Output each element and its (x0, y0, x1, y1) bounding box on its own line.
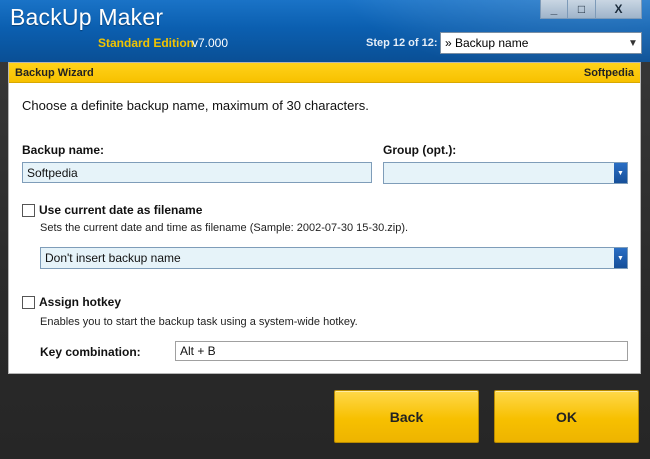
chevron-down-icon: ▼ (614, 248, 627, 268)
close-icon: X (614, 2, 623, 16)
backup-name-input[interactable]: Softpedia (22, 162, 372, 183)
chevron-down-icon: ▼ (614, 163, 627, 183)
use-date-description: Sets the current date and time as filena… (40, 222, 409, 234)
edition-label: Standard Edition (98, 36, 194, 50)
back-button[interactable]: Back (334, 390, 479, 443)
ok-button[interactable]: OK (494, 390, 639, 443)
version-label: v7.000 (192, 36, 229, 50)
assign-hotkey-checkbox[interactable] (22, 295, 35, 309)
maximize-button[interactable]: □ (568, 0, 596, 19)
chevron-down-icon: ▼ (628, 37, 638, 49)
step-select[interactable]: » Backup name ▼ (440, 32, 642, 54)
instruction-text: Choose a definite backup name, maximum o… (22, 98, 369, 113)
wizard-panel: Backup Wizard Softpedia Choose a definit… (8, 62, 641, 374)
panel-header: Backup Wizard Softpedia (9, 63, 640, 83)
use-date-checkbox[interactable] (22, 203, 35, 217)
backup-name-option-select[interactable]: Don't insert backup name ▼ (40, 247, 628, 269)
key-combination-input[interactable]: Alt + B (175, 341, 628, 361)
assign-hotkey-row: Assign hotkey (22, 295, 121, 309)
backup-name-label: Backup name: (22, 143, 105, 157)
step-label: Step 12 of 12: (366, 37, 438, 49)
minimize-button[interactable]: _ (540, 0, 568, 19)
group-label: Group (opt.): (383, 143, 457, 157)
app-title: BackUp Maker (10, 4, 164, 30)
use-date-row: Use current date as filename (22, 203, 202, 217)
assign-hotkey-label[interactable]: Assign hotkey (39, 295, 121, 309)
maximize-icon: □ (577, 2, 586, 16)
close-button[interactable]: X (596, 0, 642, 19)
use-date-label[interactable]: Use current date as filename (39, 203, 202, 217)
window-controls: _ □ X (540, 0, 642, 19)
backup-name-option-value: Don't insert backup name (45, 251, 181, 265)
title-bar: BackUp Maker Standard Edition v7.000 _ □… (0, 0, 650, 62)
panel-title: Backup Wizard (15, 66, 94, 79)
minimize-icon: _ (550, 2, 558, 16)
key-combination-label: Key combination: (40, 345, 141, 359)
panel-brand: Softpedia (583, 66, 634, 79)
group-combo[interactable]: ▼ (383, 162, 628, 184)
step-select-value: » Backup name (445, 36, 529, 50)
hotkey-description: Enables you to start the backup task usi… (40, 316, 358, 328)
